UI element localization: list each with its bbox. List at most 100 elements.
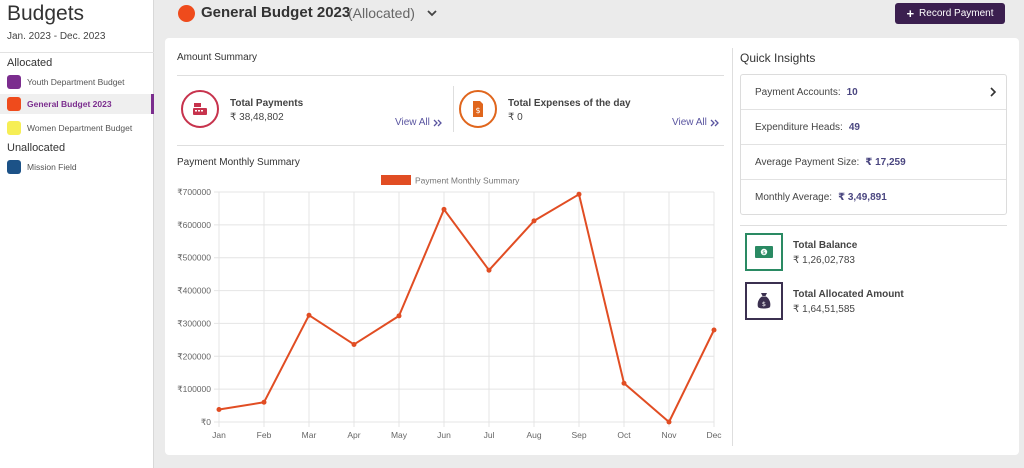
insight-row-monthly-average: Monthly Average: ₹ 3,49,891 — [741, 180, 1006, 215]
color-swatch — [7, 121, 21, 135]
sidebar-divider — [0, 52, 154, 53]
sidebar-item-youth-department[interactable]: Youth Department Budget — [0, 72, 154, 92]
sidebar-date-range: Jan. 2023 - Dec. 2023 — [7, 31, 106, 42]
y-tick-label: ₹300000 — [177, 318, 211, 328]
sidebar-item-general-budget[interactable]: General Budget 2023 — [0, 94, 154, 114]
expenses-view-all-link[interactable]: View All — [672, 117, 720, 128]
data-point — [576, 191, 582, 197]
quick-insights-panel: Payment Accounts: 10 Expenditure Heads: … — [740, 74, 1007, 215]
insight-value: 49 — [848, 121, 860, 133]
total-allocated-label: Total Allocated Amount — [793, 289, 904, 300]
insight-label: Payment Accounts: — [755, 86, 841, 98]
x-tick-label: Nov — [661, 430, 677, 440]
view-all-label: View All — [395, 117, 430, 128]
y-tick-label: ₹0 — [201, 417, 211, 427]
payment-monthly-chart: ₹0 ₹100000 ₹200000 ₹300000 ₹400000 ₹500000 ₹60… — [177, 175, 722, 440]
y-tick-label: ₹100000 — [177, 384, 211, 394]
data-point — [306, 312, 312, 318]
total-expenses-icon-badge: $ — [459, 90, 497, 128]
data-point — [711, 327, 717, 333]
x-tick-label: Aug — [526, 430, 541, 440]
sidebar-item-label: General Budget 2023 — [27, 99, 112, 109]
insight-value: ₹ 17,259 — [865, 156, 906, 168]
total-allocated-icon-badge: $ — [745, 282, 783, 320]
y-tick-label: ₹700000 — [177, 187, 211, 197]
total-expenses-value: ₹ 0 — [508, 112, 523, 123]
budget-color-dot — [178, 5, 195, 22]
insight-row-average-payment: Average Payment Size: ₹ 17,259 — [741, 145, 1006, 180]
data-point — [351, 341, 357, 347]
divider — [177, 75, 724, 76]
plus-icon: + — [906, 6, 915, 21]
amount-summary-title: Amount Summary — [177, 52, 258, 63]
data-point — [486, 267, 492, 273]
view-all-label: View All — [672, 117, 707, 128]
data-point — [621, 380, 627, 386]
budget-status[interactable]: (Allocated) — [348, 5, 415, 21]
total-payments-value: ₹ 38,48,802 — [230, 112, 284, 123]
insight-row-payment-accounts[interactable]: Payment Accounts: 10 — [741, 75, 1006, 110]
total-balance-icon-badge: $ — [745, 233, 783, 271]
color-swatch — [7, 160, 21, 174]
sidebar: Budgets Jan. 2023 - Dec. 2023 Allocated … — [0, 0, 154, 468]
quick-insights-title: Quick Insights — [740, 51, 816, 65]
money-bag-icon: $ — [757, 293, 771, 309]
svg-text:$: $ — [762, 250, 766, 256]
page-title[interactable]: General Budget 2023 — [201, 4, 350, 21]
sidebar-item-label: Mission Field — [27, 162, 77, 172]
svg-text:$: $ — [475, 106, 480, 115]
data-point — [396, 313, 402, 319]
chevron-right-icon[interactable] — [989, 87, 997, 97]
total-payments-icon-badge — [181, 90, 219, 128]
legend-swatch — [381, 175, 411, 185]
x-tick-label: Jun — [437, 430, 451, 440]
x-tick-label: Jul — [484, 430, 495, 440]
divider — [177, 145, 724, 146]
sidebar-item-label: Women Department Budget — [27, 123, 133, 133]
total-balance-value: ₹ 1,26,02,783 — [793, 255, 855, 266]
group-label-unallocated: Unallocated — [7, 142, 66, 154]
x-tick-label: Sep — [571, 430, 586, 440]
x-tick-label: Oct — [617, 430, 631, 440]
y-tick-label: ₹500000 — [177, 253, 211, 263]
insight-value: ₹ 3,49,891 — [838, 192, 887, 203]
double-chevron-right-icon — [433, 119, 442, 126]
color-swatch — [7, 75, 21, 89]
sidebar-item-women-department[interactable]: Women Department Budget — [0, 118, 154, 138]
data-point — [441, 206, 447, 212]
total-expenses-label: Total Expenses of the day — [508, 98, 631, 109]
insight-label: Average Payment Size: — [755, 156, 860, 168]
x-tick-label: Apr — [347, 430, 360, 440]
group-label-allocated: Allocated — [7, 57, 53, 69]
chevron-down-icon[interactable] — [426, 7, 438, 19]
sidebar-item-label: Youth Department Budget — [27, 77, 125, 87]
data-point — [666, 419, 672, 425]
x-tick-label: Feb — [257, 430, 272, 440]
y-tick-label: ₹400000 — [177, 286, 211, 296]
sidebar-item-mission-field[interactable]: Mission Field — [0, 157, 154, 177]
insight-value: 10 — [846, 86, 858, 98]
insight-label: Expenditure Heads: — [755, 121, 843, 133]
monthly-summary-title: Payment Monthly Summary — [177, 157, 300, 168]
total-allocated-value: ₹ 1,64,51,585 — [793, 304, 855, 315]
x-tick-label: Mar — [302, 430, 317, 440]
data-point — [531, 218, 537, 224]
svg-text:$: $ — [762, 300, 766, 308]
data-point — [261, 399, 267, 405]
record-payment-button[interactable]: + Record Payment — [895, 3, 1005, 24]
total-payments-label: Total Payments — [230, 98, 304, 109]
x-tick-label: Dec — [706, 430, 722, 440]
data-point — [216, 407, 222, 413]
payments-view-all-link[interactable]: View All — [395, 117, 443, 128]
record-payment-label: Record Payment — [919, 8, 994, 19]
divider — [732, 48, 733, 446]
y-tick-label: ₹200000 — [177, 351, 211, 361]
total-balance-label: Total Balance — [793, 240, 858, 251]
series-line — [218, 193, 715, 423]
money-bill-icon: $ — [755, 246, 773, 258]
x-tick-label: Jan — [212, 430, 226, 440]
legend-label: Payment Monthly Summary — [415, 176, 520, 186]
x-tick-label: May — [391, 430, 408, 440]
y-tick-label: ₹600000 — [177, 220, 211, 230]
divider — [453, 86, 454, 132]
